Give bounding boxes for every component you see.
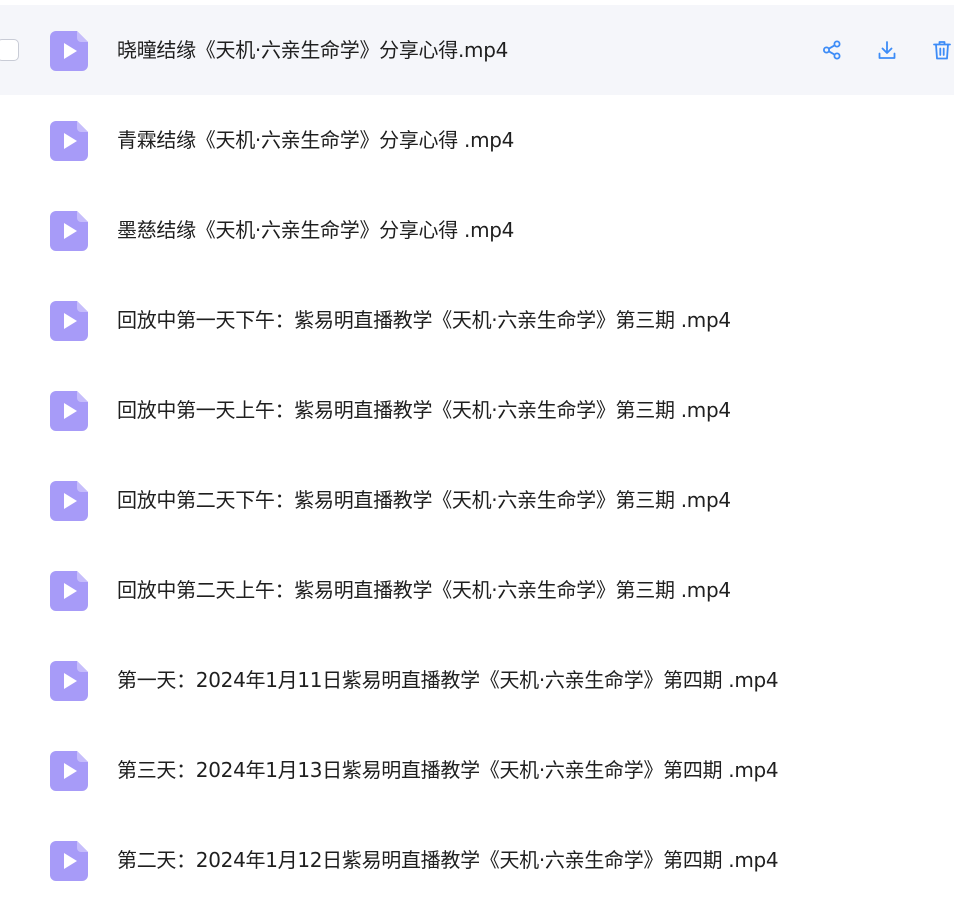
file-row[interactable]: 回放中第二天下午：紫易明直播教学《天机·六亲生命学》第三期 .mp4: [0, 455, 954, 545]
file-name[interactable]: 青霖结缘《天机·六亲生命学》分享心得 .mp4: [117, 127, 514, 153]
video-file-icon: [50, 31, 88, 71]
download-button[interactable]: [873, 37, 901, 63]
video-file-icon: [50, 121, 88, 161]
file-name[interactable]: 第二天：2024年1月12日紫易明直播教学《天机·六亲生命学》第四期 .mp4: [117, 847, 779, 873]
video-file-icon: [50, 301, 88, 341]
row-actions: [818, 37, 954, 63]
video-file-icon: [50, 751, 88, 791]
video-file-icon: [50, 841, 88, 881]
delete-button[interactable]: [928, 37, 954, 63]
share-icon: [823, 40, 841, 60]
video-file-icon: [50, 661, 88, 701]
file-row[interactable]: 第三天：2024年1月13日紫易明直播教学《天机·六亲生命学》第四期 .mp4: [0, 725, 954, 815]
file-list: 晓曈结缘《天机·六亲生命学》分享心得.mp4 青霖结缘《天机·六亲生命学》分享心…: [0, 5, 954, 897]
file-row[interactable]: 第二天：2024年1月12日紫易明直播教学《天机·六亲生命学》第四期 .mp4: [0, 815, 954, 905]
file-name[interactable]: 晓曈结缘《天机·六亲生命学》分享心得.mp4: [117, 37, 508, 63]
file-row[interactable]: 回放中第一天上午：紫易明直播教学《天机·六亲生命学》第三期 .mp4: [0, 365, 954, 455]
file-name[interactable]: 回放中第一天下午：紫易明直播教学《天机·六亲生命学》第三期 .mp4: [117, 307, 731, 333]
file-row[interactable]: 墨慈结缘《天机·六亲生命学》分享心得 .mp4: [0, 185, 954, 275]
trash-icon: [933, 41, 951, 60]
download-icon: [878, 41, 896, 59]
file-name[interactable]: 第三天：2024年1月13日紫易明直播教学《天机·六亲生命学》第四期 .mp4: [117, 757, 779, 783]
file-name[interactable]: 墨慈结缘《天机·六亲生命学》分享心得 .mp4: [117, 217, 514, 243]
video-file-icon: [50, 481, 88, 521]
video-file-icon: [50, 211, 88, 251]
video-file-icon: [50, 391, 88, 431]
file-row[interactable]: 回放中第二天上午：紫易明直播教学《天机·六亲生命学》第三期 .mp4: [0, 545, 954, 635]
file-name[interactable]: 回放中第二天上午：紫易明直播教学《天机·六亲生命学》第三期 .mp4: [117, 577, 731, 603]
file-row[interactable]: 回放中第一天下午：紫易明直播教学《天机·六亲生命学》第三期 .mp4: [0, 275, 954, 365]
share-button[interactable]: [818, 37, 846, 63]
file-row[interactable]: 晓曈结缘《天机·六亲生命学》分享心得.mp4: [0, 5, 954, 95]
row-checkbox[interactable]: [0, 39, 19, 61]
file-row[interactable]: 青霖结缘《天机·六亲生命学》分享心得 .mp4: [0, 95, 954, 185]
file-name[interactable]: 第一天：2024年1月11日紫易明直播教学《天机·六亲生命学》第四期 .mp4: [117, 667, 779, 693]
file-row[interactable]: 第一天：2024年1月11日紫易明直播教学《天机·六亲生命学》第四期 .mp4: [0, 635, 954, 725]
video-file-icon: [50, 571, 88, 611]
file-name[interactable]: 回放中第一天上午：紫易明直播教学《天机·六亲生命学》第三期 .mp4: [117, 397, 731, 423]
file-name[interactable]: 回放中第二天下午：紫易明直播教学《天机·六亲生命学》第三期 .mp4: [117, 487, 731, 513]
